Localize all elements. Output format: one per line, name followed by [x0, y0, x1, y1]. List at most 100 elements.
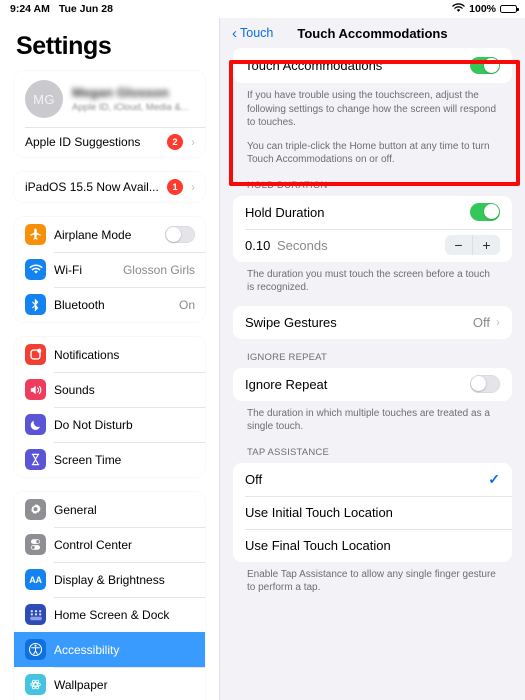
tap-assistance-group: Off ✓ Use Initial Touch Location Use Fin…	[233, 462, 512, 562]
footnote-paragraph-1: If you have trouble using the touchscree…	[247, 90, 497, 128]
account-group: MG Megan Glosson Apple ID, iCloud, Media…	[14, 71, 205, 157]
settings-sidebar[interactable]: Settings MG Megan Glosson Apple ID, iClo…	[0, 18, 220, 700]
system-group: General Control Center AA Display & Brig…	[14, 492, 205, 700]
touch-accommodations-row[interactable]: Touch Accommodations	[233, 48, 512, 83]
sidebar-item-screen-time[interactable]: Screen Time	[14, 442, 205, 477]
status-bar-left: 9:24 AM Tue Jun 28	[10, 3, 113, 15]
sidebar-item-do-not-disturb[interactable]: Do Not Disturb	[14, 407, 205, 442]
chevron-right-icon: ›	[191, 135, 195, 149]
ignore-repeat-toggle[interactable]	[470, 375, 500, 393]
sidebar-item-sounds[interactable]: Sounds	[14, 372, 205, 407]
checkmark-icon: ✓	[488, 470, 500, 487]
touch-accommodations-footnote: If you have trouble using the touchscree…	[233, 83, 512, 167]
ignore-repeat-label: Ignore Repeat	[245, 376, 328, 392]
display-brightness-icon: AA	[25, 569, 46, 590]
detail-pane: ‹ Touch Touch Accommodations Touch Accom…	[220, 18, 525, 700]
sidebar-item-label: Apple ID Suggestions	[25, 135, 141, 149]
sidebar-item-label: Control Center	[54, 537, 133, 552]
status-date: Tue Jun 28	[58, 3, 113, 15]
tap-assistance-option-off[interactable]: Off ✓	[233, 462, 512, 496]
airplane-icon	[25, 224, 46, 245]
sidebar-item-control-center[interactable]: Control Center	[14, 527, 205, 562]
swipe-gestures-value: Off	[472, 314, 490, 330]
back-button[interactable]: ‹ Touch	[232, 26, 273, 41]
status-time: 9:24 AM	[10, 3, 50, 15]
tap-assistance-footnote: Enable Tap Assistance to allow any singl…	[233, 562, 512, 595]
tap-assistance-option-final[interactable]: Use Final Touch Location	[233, 528, 512, 562]
wifi-icon	[452, 2, 465, 16]
connectivity-group: Airplane Mode Wi-Fi Glosson Girls Blueto…	[14, 217, 205, 322]
status-bar: 9:24 AM Tue Jun 28 100%	[0, 0, 525, 18]
control-center-icon	[25, 534, 46, 555]
gear-icon	[25, 499, 46, 520]
footnote-text: The duration you must touch the screen b…	[247, 268, 490, 294]
touch-accommodations-group: Touch Accommodations	[233, 48, 512, 83]
hold-duration-label: Hold Duration	[245, 204, 325, 220]
sidebar-item-accessibility[interactable]: Accessibility	[14, 632, 205, 667]
hold-duration-group: Hold Duration 0.10 Seconds − +	[233, 195, 512, 262]
alerts-group: Notifications Sounds Do Not Disturb Scre…	[14, 337, 205, 477]
airplane-mode-toggle[interactable]	[165, 225, 195, 244]
account-name: Megan Glosson	[72, 84, 169, 100]
swipe-gestures-row[interactable]: Swipe Gestures Off ›	[233, 305, 512, 339]
sidebar-item-label: iPadOS 15.5 Now Avail...	[25, 180, 159, 194]
sidebar-item-label: Airplane Mode	[54, 227, 132, 242]
update-group: iPadOS 15.5 Now Avail... 1 ›	[14, 172, 205, 202]
notifications-icon	[25, 344, 46, 365]
status-badge: 1	[167, 179, 183, 195]
wifi-network-value: Glosson Girls	[122, 262, 195, 277]
tap-assistance-section-header: TAP ASSISTANCE	[247, 446, 329, 458]
decrement-button[interactable]: −	[445, 235, 472, 255]
hold-duration-value: 0.10	[245, 237, 271, 253]
option-label: Off	[245, 471, 263, 487]
status-bar-right: 100%	[452, 2, 519, 16]
accessibility-icon	[25, 639, 46, 660]
sidebar-item-bluetooth[interactable]: Bluetooth On	[14, 287, 205, 322]
hold-duration-section-header: HOLD DURATION	[247, 179, 328, 191]
hold-duration-unit: Seconds	[277, 237, 328, 253]
sidebar-item-software-update[interactable]: iPadOS 15.5 Now Avail... 1 ›	[14, 172, 205, 202]
back-button-label: Touch	[240, 26, 274, 40]
status-badge: 2	[167, 134, 183, 150]
avatar: MG	[25, 80, 63, 118]
chevron-left-icon: ‹	[232, 24, 237, 42]
wallpaper-icon	[25, 674, 46, 695]
sidebar-item-label: Notifications	[54, 347, 120, 362]
hold-duration-stepper[interactable]: − +	[445, 235, 500, 255]
touch-accommodations-toggle[interactable]	[470, 56, 500, 75]
hold-duration-row[interactable]: Hold Duration	[233, 195, 512, 229]
sidebar-item-label: Do Not Disturb	[54, 417, 133, 432]
moon-icon	[25, 414, 46, 435]
ignore-repeat-footnote: The duration in which multiple touches a…	[233, 401, 512, 434]
sidebar-item-general[interactable]: General	[14, 492, 205, 527]
sidebar-item-label: Sounds	[54, 382, 95, 397]
hold-duration-footnote: The duration you must touch the screen b…	[233, 262, 512, 295]
tap-assistance-option-initial[interactable]: Use Initial Touch Location	[233, 495, 512, 529]
hourglass-icon	[25, 449, 46, 470]
swipe-gestures-group: Swipe Gestures Off ›	[233, 305, 512, 339]
sidebar-item-label: Display & Brightness	[54, 572, 165, 587]
settings-list: Touch Accommodations If you have trouble…	[220, 48, 525, 700]
sidebar-item-wifi[interactable]: Wi-Fi Glosson Girls	[14, 252, 205, 287]
sidebar-item-wallpaper[interactable]: Wallpaper	[14, 667, 205, 700]
sidebar-item-notifications[interactable]: Notifications	[14, 337, 205, 372]
sidebar-item-label: Screen Time	[54, 452, 122, 467]
sidebar-item-airplane-mode[interactable]: Airplane Mode	[14, 217, 205, 252]
apple-account-row[interactable]: MG Megan Glosson Apple ID, iCloud, Media…	[14, 71, 205, 127]
sounds-icon	[25, 379, 46, 400]
ignore-repeat-row[interactable]: Ignore Repeat	[233, 367, 512, 401]
sidebar-item-display-brightness[interactable]: AA Display & Brightness	[14, 562, 205, 597]
battery-full-icon	[500, 4, 519, 14]
swipe-gestures-label: Swipe Gestures	[245, 314, 337, 330]
sidebar-item-label: General	[54, 502, 97, 517]
page-title: Settings	[16, 32, 112, 60]
sidebar-item-home-screen-dock[interactable]: Home Screen & Dock	[14, 597, 205, 632]
bluetooth-icon	[25, 294, 46, 315]
sidebar-item-apple-id-suggestions[interactable]: Apple ID Suggestions 2 ›	[14, 127, 205, 157]
navigation-bar: ‹ Touch Touch Accommodations	[220, 18, 525, 48]
increment-button[interactable]: +	[472, 235, 500, 255]
ipad-settings-screen: 9:24 AM Tue Jun 28 100% Settings MG Mega…	[0, 0, 525, 700]
footnote-text: The duration in which multiple touches a…	[247, 407, 490, 433]
sidebar-item-label: Accessibility	[54, 642, 120, 657]
hold-duration-toggle[interactable]	[470, 203, 500, 221]
